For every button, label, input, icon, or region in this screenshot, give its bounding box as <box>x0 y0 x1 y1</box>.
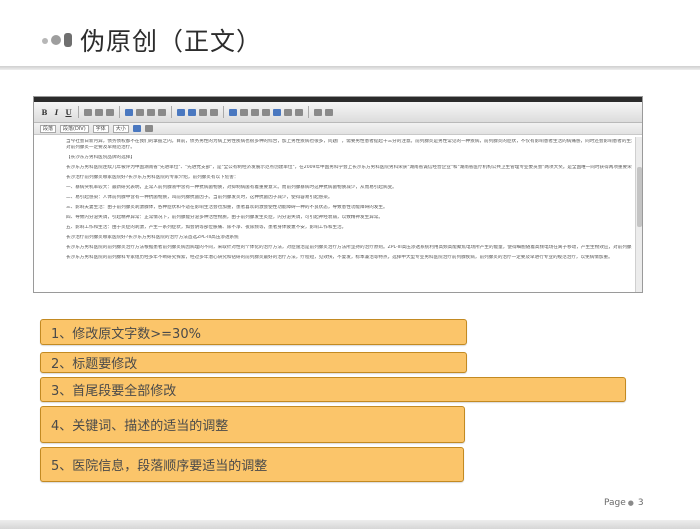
italic-button: I <box>54 107 59 117</box>
editor-screenshot: B I U 段落 段落(DIV) 字体 大小 当今社会日新月异，债务债权都不在我… <box>33 96 643 293</box>
flash-icon <box>273 108 281 116</box>
align-right-icon <box>147 108 155 116</box>
indent-icon <box>210 108 218 116</box>
footer-band <box>0 520 700 529</box>
ordered-list-icon <box>177 108 185 116</box>
content-line: 长沙治疗前列腺炎哪家医院好?长沙东方男科医院的治疗方法首选ZPL-III高压渗透… <box>66 235 239 240</box>
bg-color-icon <box>144 125 153 132</box>
editor-toolbar: B I U <box>34 102 642 123</box>
strike-icon <box>84 108 92 116</box>
content-line: 一、暴病突机率较大：最新研究表明，正常人前列腺液中含有一种抗病菌物质，对抑制病菌… <box>66 185 397 190</box>
image-icon <box>251 108 259 116</box>
editor-format-bar: 段落 段落(DIV) 字体 大小 <box>34 123 642 135</box>
link-icon <box>229 108 237 116</box>
editor-scrollbar <box>635 137 642 292</box>
toolbar-separator <box>223 106 224 118</box>
source-icon <box>314 108 322 116</box>
align-left-icon <box>125 108 133 116</box>
requirement-box: 5、医院信息，段落顺序要适当的调整 <box>40 447 464 482</box>
content-line: 四、导致内分泌失调，引起精神异常：正常情况下，前列腺能分泌多种活性物质，由于前列… <box>66 215 383 220</box>
requirement-box: 3、首尾段要全部修改 <box>40 377 626 402</box>
subscript-icon <box>95 108 103 116</box>
toolbar-separator <box>171 106 172 118</box>
content-line: 长沙治疗前列腺炎哪家医院好?长沙东方男科医院的专家介绍，前列腺炎有以下危害： <box>66 175 239 180</box>
header-divider <box>0 66 700 70</box>
style-select: 段落 <box>40 124 57 133</box>
page-label: Page <box>604 498 626 508</box>
content-line: 【长沙东方男科医院品牌的选择】 <box>66 155 135 160</box>
underline-button: U <box>65 107 72 117</box>
bullet-dots-icon <box>42 33 72 49</box>
slide: 伪原创（正文） B I U 段落 段落(DIV) 字体 大小 当今社会日新月异，… <box>0 0 700 529</box>
dot-medium <box>51 35 61 45</box>
justify-icon <box>158 108 166 116</box>
content-line: 五、影响工作和生活：由于炎症的刺激，产生一系列症状，如会阴等部位胀痛、尿不净、夜… <box>66 225 347 230</box>
content-line: 长沙东方男科医院连续几年被评为中国湖南省"先进单位"、"先进党支部"，是"全公有… <box>66 165 632 170</box>
content-line: 当今社会日新月异，债务债权都不在我们的掌握之内。目前，债务男性的为病上男性疾病也… <box>66 139 632 144</box>
unordered-list-icon <box>188 108 196 116</box>
text-color-icon <box>132 125 141 132</box>
superscript-icon <box>106 108 114 116</box>
size-select: 大小 <box>112 124 129 133</box>
outdent-icon <box>199 108 207 116</box>
font-select: 字体 <box>92 124 109 133</box>
fullscreen-icon <box>325 108 333 116</box>
content-line: 长沙东方男科医院的前列腺科专家组历经多年不断研究探索，经过多年潜心研究和钻研的前… <box>66 255 613 260</box>
dot-large <box>64 33 72 47</box>
toolbar-separator <box>119 106 120 118</box>
content-line: 对前列腺炎一定要及早规范治疗。 <box>66 145 135 150</box>
requirement-box: 1、修改原文字数>=30% <box>40 319 467 345</box>
slide-title: 伪原创（正文） <box>80 27 263 56</box>
special-char-icon <box>295 108 303 116</box>
bold-button: B <box>41 107 48 117</box>
align-center-icon <box>136 108 144 116</box>
toolbar-separator <box>78 106 79 118</box>
scrollbar-thumb <box>637 167 642 227</box>
page-number: 3 <box>637 498 644 508</box>
editor-content: 当今社会日新月异，债务债权都不在我们的掌握之内。目前，债务男性的为病上男性疾病也… <box>34 135 642 292</box>
content-line: 三、影响夫妻生活：由于前列腺炎刺激腺体，各种症状和不适在影响生活会也加重，患者喜… <box>66 205 388 210</box>
requirement-box: 2、标题要修改 <box>40 352 467 373</box>
toolbar-separator <box>308 106 309 118</box>
bullet-icon: ● <box>627 499 634 507</box>
emoticon-icon <box>284 108 292 116</box>
requirement-box: 4、关键词、描述的适当的调整 <box>40 406 465 443</box>
table-icon <box>262 108 270 116</box>
content-line: 二、易引起感染：人体前列腺中含有一种抗菌物质，叫前列腺抗菌因子。当前列腺发炎时，… <box>66 195 333 200</box>
content-line: 长沙东方男科医院的前列腺炎治疗方法根据患者前列腺炎病因病理的不同，采取针对性的个… <box>66 245 632 250</box>
format-select: 段落(DIV) <box>60 124 89 133</box>
unlink-icon <box>240 108 248 116</box>
page-indicator: Page ● 3 <box>604 498 644 508</box>
dot-small <box>42 38 48 44</box>
